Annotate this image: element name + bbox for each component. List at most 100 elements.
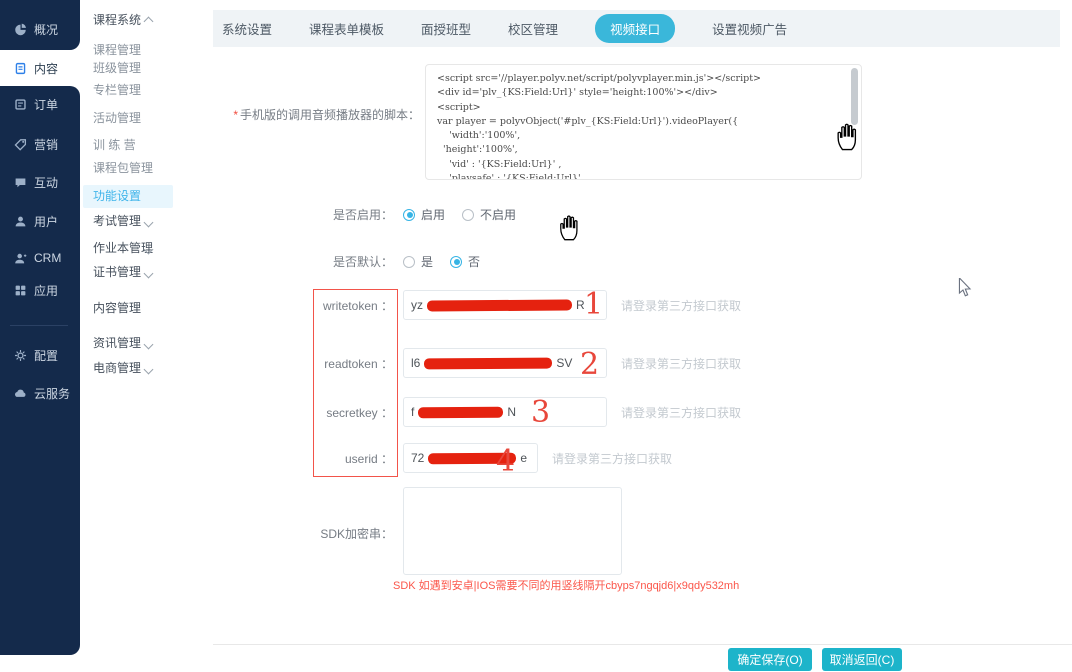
sidebar-item-label: 云服务	[34, 385, 70, 402]
userid-row: userid ： 72 e 请登录第三方接口获取	[222, 443, 672, 473]
submenu-item-course-management[interactable]: 课程管理	[80, 41, 213, 59]
sidebar-item-crm[interactable]: CRM	[0, 248, 80, 268]
pie-chart-icon	[14, 23, 27, 36]
player-script-code: <script src='//player.polyv.net/script/p…	[437, 72, 850, 180]
save-button[interactable]: 确定保存(O)	[728, 648, 812, 671]
submenu-item-class-management[interactable]: 班级管理	[80, 59, 213, 77]
sidebar-item-cloud-services[interactable]: 云服务	[0, 383, 80, 403]
tab-campus-management[interactable]: 校区管理	[508, 19, 558, 38]
sidebar-item-label: 概况	[34, 21, 58, 38]
sdk-warning-text: SDK 如遇到安卓|IOS需要不同的用竖线隔开cbyps7ngqjd6|x9qd…	[393, 577, 739, 593]
gear-icon	[14, 349, 27, 362]
writetoken-row: writetoken ： yz R 请登录第三方接口获取	[222, 290, 741, 320]
submenu-item-content-management[interactable]: 内容管理	[80, 299, 213, 317]
sidebar-item-apps[interactable]: 应用	[0, 280, 80, 300]
userid-input[interactable]: 72 e	[403, 443, 538, 473]
submenu-item-certificate-management[interactable]: 证书管理	[80, 263, 213, 281]
secretkey-input[interactable]: f N	[403, 397, 607, 427]
chevron-down-icon	[144, 340, 154, 350]
footer-divider	[213, 644, 1072, 645]
annotation-number-1: 1	[584, 290, 603, 320]
chevron-up-icon	[144, 17, 154, 27]
userid-hint: 请登录第三方接口获取	[552, 450, 672, 467]
readtoken-input[interactable]: l6 SV	[403, 348, 607, 378]
annotation-number-2: 2	[580, 350, 599, 380]
chevron-down-icon	[144, 269, 154, 279]
radio-default-no[interactable]: 否	[450, 253, 480, 270]
default-field-label: 是否默认：	[222, 253, 393, 270]
secretkey-hint: 请登录第三方接口获取	[621, 404, 741, 421]
chevron-down-icon	[144, 218, 154, 228]
default-field-row: 是否默认： 是 否	[222, 253, 497, 270]
tab-offline-class-type[interactable]: 面授班型	[421, 19, 471, 38]
redaction-bar	[418, 406, 503, 418]
sidebar-item-marketing[interactable]: 营销	[0, 134, 80, 154]
radio-enable[interactable]: 启用	[403, 206, 445, 223]
sidebar-item-label: CRM	[34, 251, 61, 265]
sidebar-item-label: 互动	[34, 174, 58, 191]
submenu-item-course-system[interactable]: 课程系统	[80, 11, 213, 29]
sidebar-item-label: 应用	[34, 282, 58, 299]
sidebar-item-label: 内容	[34, 60, 58, 77]
apps-grid-icon	[14, 284, 27, 297]
submenu-item-course-package[interactable]: 课程包管理	[80, 159, 213, 177]
submenu-item-training-camp[interactable]: 训 练 营	[80, 136, 213, 154]
tab-video-ad-settings[interactable]: 设置视频广告	[712, 19, 787, 38]
submenu-item-column-management[interactable]: 专栏管理	[80, 81, 213, 99]
annotation-number-4: 4	[496, 447, 515, 477]
user-icon	[14, 215, 27, 228]
radio-selected-icon[interactable]	[403, 209, 415, 221]
secondary-sidebar: 课程系统 课程管理 班级管理 专栏管理 活动管理 训 练 营 课程包管理 功能设…	[80, 0, 213, 672]
player-script-textarea[interactable]: <script src='//player.polyv.net/script/p…	[425, 64, 862, 180]
submenu-item-exam-management[interactable]: 考试管理	[80, 212, 213, 230]
radio-disable[interactable]: 不启用	[462, 206, 516, 223]
enable-field-label: 是否启用：	[222, 206, 393, 223]
readtoken-hint: 请登录第三方接口获取	[621, 355, 741, 372]
radio-selected-icon[interactable]	[450, 256, 462, 268]
app-root: 概况 内容 订单 营销 互动 用户 CRM 应用	[0, 0, 1072, 672]
annotation-number-3: 3	[531, 398, 550, 428]
content-doc-icon	[14, 62, 27, 75]
sidebar-item-label: 用户	[34, 213, 58, 230]
writetoken-hint: 请登录第三方接口获取	[621, 297, 741, 314]
submenu-item-ecommerce-management[interactable]: 电商管理	[80, 359, 213, 377]
script-field-label: *手机版的调用音频播放器的脚本：	[213, 106, 420, 123]
arrow-cursor	[958, 278, 972, 303]
submenu-item-activity-management[interactable]: 活动管理	[80, 109, 213, 127]
submenu-item-workbook-management[interactable]: 作业本管理	[80, 239, 213, 257]
sidebar-item-label: 配置	[34, 347, 58, 364]
sidebar-item-settings[interactable]: 配置	[0, 345, 80, 365]
enable-field-row: 是否启用： 启用 不启用	[222, 206, 533, 223]
submenu-item-news-management[interactable]: 资讯管理	[80, 334, 213, 352]
cancel-button[interactable]: 取消返回(C)	[822, 648, 902, 671]
tab-video-interface[interactable]: 视频接口	[595, 14, 675, 43]
readtoken-row: readtoken ： l6 SV 请登录第三方接口获取	[222, 348, 741, 378]
tab-course-form-template[interactable]: 课程表单模板	[309, 19, 384, 38]
secretkey-row: secretkey ： f N 请登录第三方接口获取	[222, 397, 741, 427]
radio-unselected-icon[interactable]	[403, 256, 415, 268]
writetoken-input[interactable]: yz R	[403, 290, 607, 320]
sidebar-item-label: 营销	[34, 136, 58, 153]
sidebar-item-content[interactable]: 内容	[0, 50, 80, 86]
radio-default-yes[interactable]: 是	[403, 253, 433, 270]
redaction-bar	[424, 357, 552, 369]
grab-hand-cursor	[833, 120, 863, 157]
radio-unselected-icon[interactable]	[462, 209, 474, 221]
primary-sidebar: 概况 内容 订单 营销 互动 用户 CRM 应用	[0, 0, 80, 672]
submenu-item-function-settings[interactable]: 功能设置	[83, 185, 173, 208]
order-list-icon	[14, 98, 27, 111]
sdk-field-label: SDK加密串：	[222, 525, 393, 542]
sidebar-item-users[interactable]: 用户	[0, 211, 80, 231]
textarea-scrollbar-thumb[interactable]	[851, 68, 858, 125]
settings-tabbar: 系统设置 课程表单模板 面授班型 校区管理 视频接口 设置视频广告	[213, 10, 1060, 47]
chat-bubble-icon	[14, 176, 27, 189]
tab-system-settings[interactable]: 系统设置	[222, 19, 272, 38]
sidebar-item-interaction[interactable]: 互动	[0, 172, 80, 192]
cloud-icon	[14, 387, 27, 400]
required-asterisk: *	[233, 108, 238, 122]
sidebar-item-overview[interactable]: 概况	[0, 19, 80, 39]
grab-hand-cursor	[556, 212, 584, 247]
sdk-textarea[interactable]	[403, 487, 622, 575]
annotation-box	[313, 289, 398, 477]
sidebar-item-orders[interactable]: 订单	[0, 94, 80, 114]
